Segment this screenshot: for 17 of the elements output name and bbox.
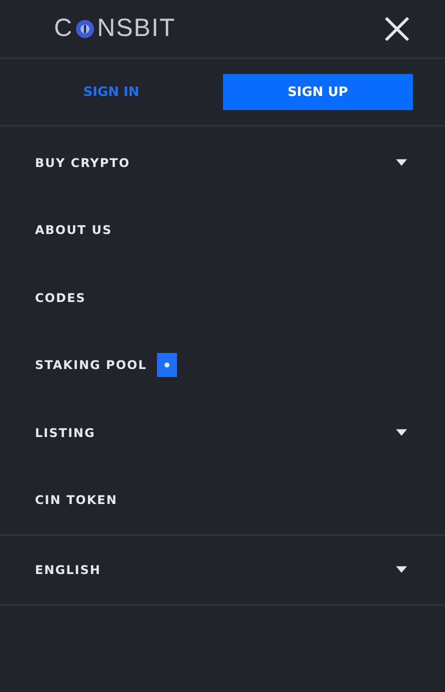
caret-icon[interactable] xyxy=(396,429,407,436)
coin-icon xyxy=(75,18,96,38)
logo-text: NSBIT xyxy=(97,14,176,43)
caret-icon[interactable] xyxy=(396,566,407,574)
caret-icon[interactable] xyxy=(396,159,407,166)
new-badge-icon xyxy=(156,353,177,378)
language-selector[interactable]: ENGLISH xyxy=(35,562,101,577)
menu-item[interactable]: LISTING xyxy=(35,426,96,440)
menu-item[interactable]: STAKING POOL xyxy=(35,358,147,372)
menu-item[interactable]: BUY CRYPTO xyxy=(35,156,130,170)
menu-item[interactable]: ABOUT US xyxy=(35,223,112,238)
menu-item[interactable]: CODES xyxy=(35,290,86,305)
logo[interactable]: C NSBIT xyxy=(54,14,176,43)
menu-item[interactable]: CIN TOKEN xyxy=(35,493,118,508)
auth-button[interactable]: SIGN UP xyxy=(222,74,413,110)
close-icon[interactable] xyxy=(383,14,411,42)
logo-text: C xyxy=(54,14,74,43)
